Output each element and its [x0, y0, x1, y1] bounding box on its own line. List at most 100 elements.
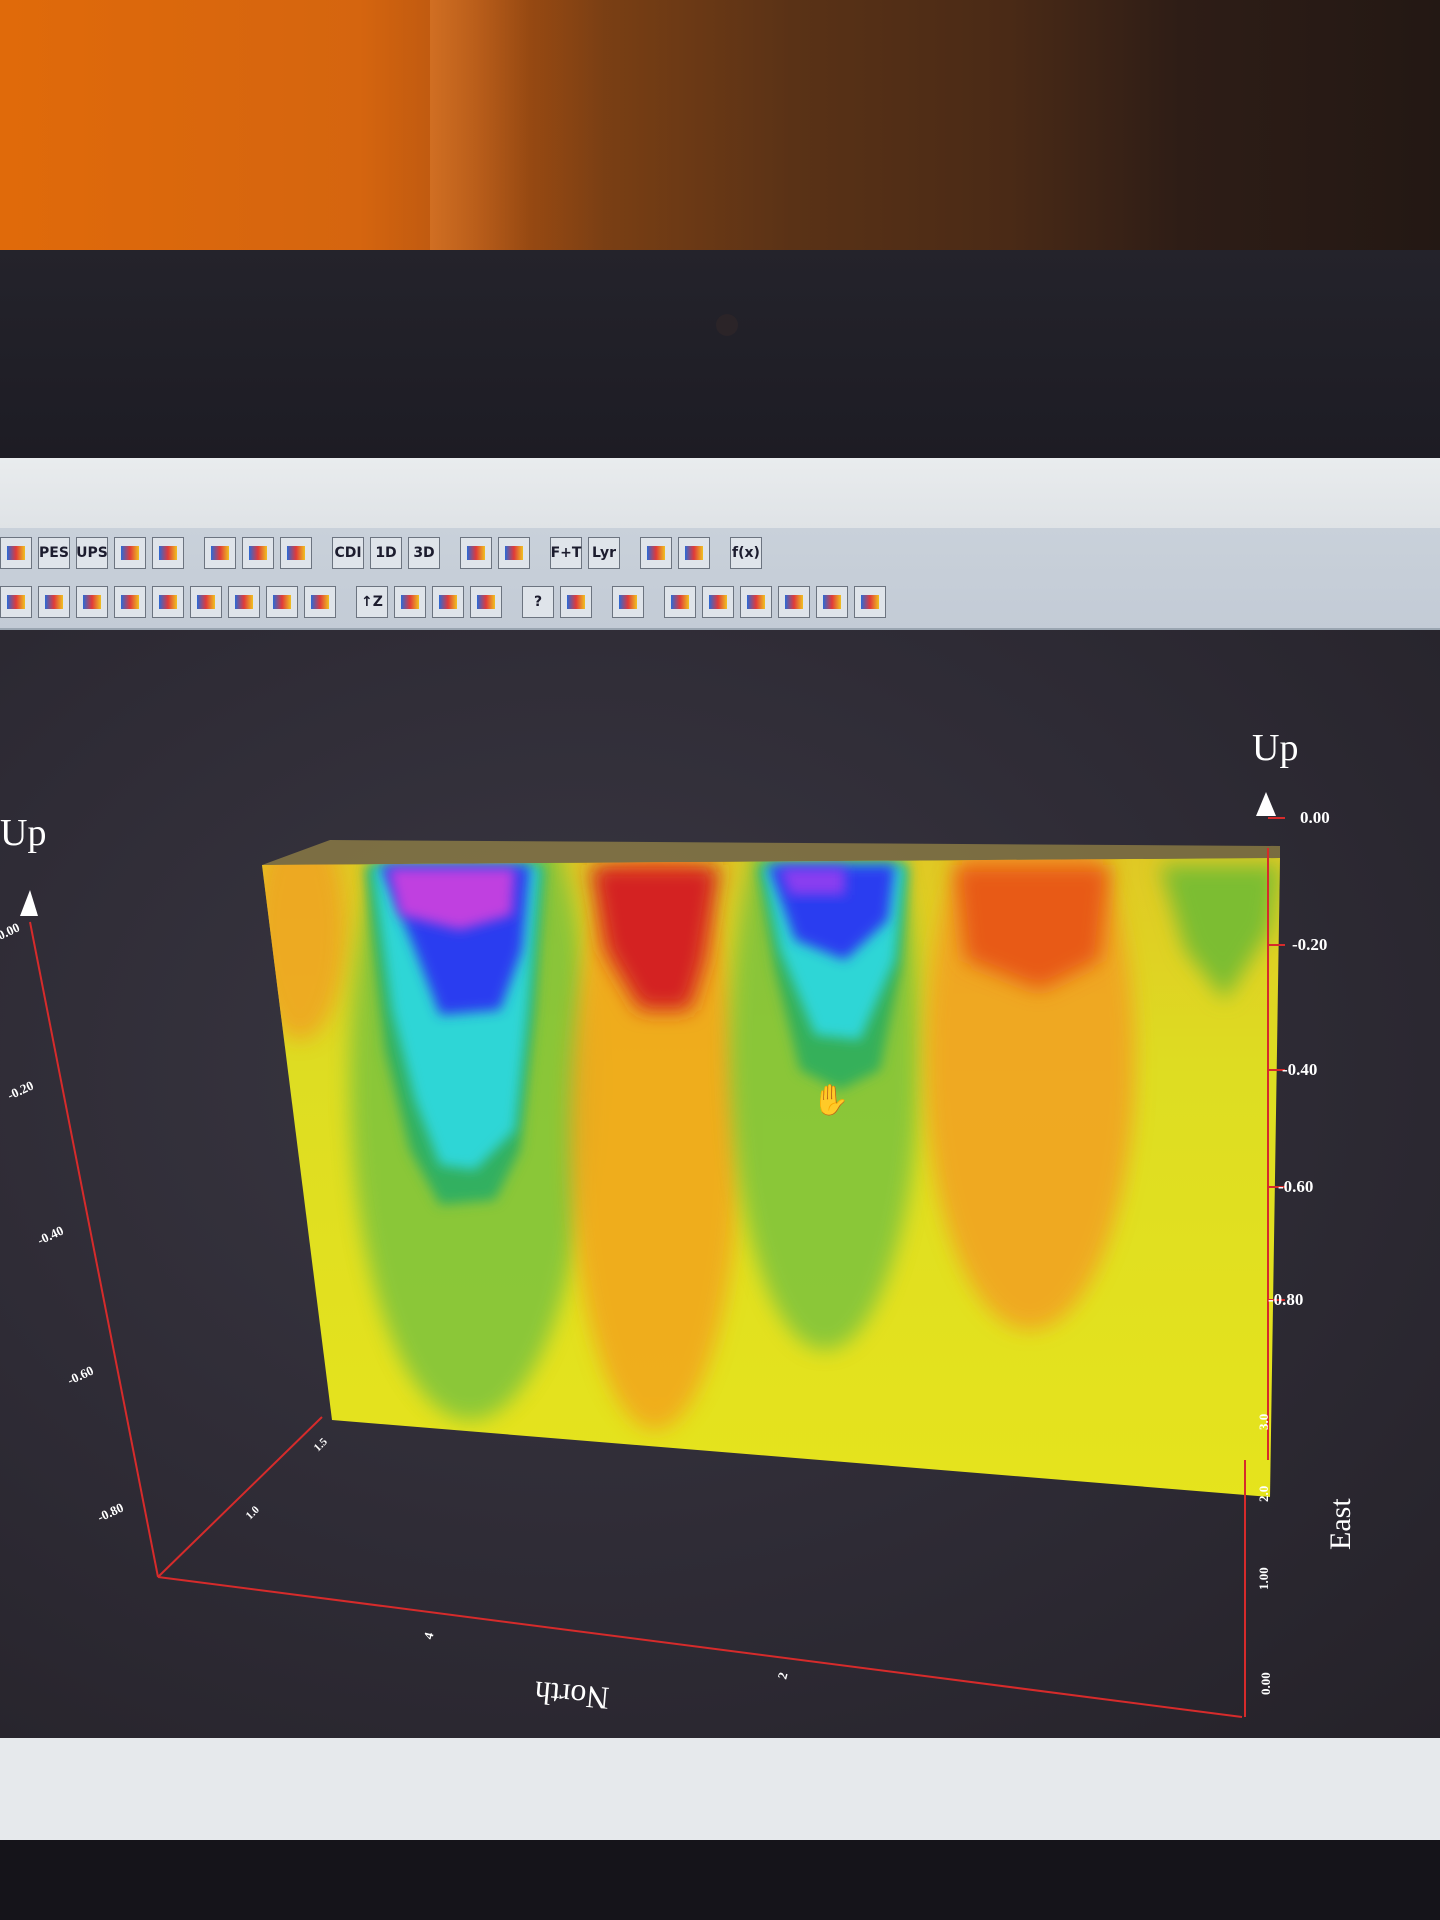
bug-icon-glyph: [121, 546, 139, 560]
east-tick-0: 0.00: [1258, 1672, 1273, 1695]
left-up-tick-0: 0.00: [0, 920, 22, 943]
wave-icon-glyph: [235, 595, 253, 609]
histogram-icon[interactable]: [190, 586, 222, 618]
status-area: [0, 1738, 1440, 1840]
gear-icon-glyph: [249, 546, 267, 560]
histogram-icon-glyph: [197, 595, 215, 609]
profile-icon-glyph: [159, 546, 177, 560]
north-ticks: 2 4 1.0 1.5: [244, 1436, 791, 1681]
hatch-icon[interactable]: [76, 586, 108, 618]
check-icon[interactable]: [498, 537, 530, 569]
toolbar-row-1: PES UPS CDI 1D 3D F+T Lyr f(x): [0, 533, 768, 573]
lyr-button[interactable]: Lyr: [588, 537, 620, 569]
toolbar-separator: [626, 536, 640, 570]
left-up-tick-1: -0.20: [5, 1078, 36, 1103]
up-tick-0: 0.00: [1300, 808, 1330, 827]
color-map-icon[interactable]: [114, 586, 146, 618]
toolbar-separator: [342, 585, 356, 619]
gear-icon[interactable]: [242, 537, 274, 569]
grid-icon-glyph: [211, 546, 229, 560]
grid-icon[interactable]: [204, 537, 236, 569]
fill-icon[interactable]: [432, 586, 464, 618]
bug-icon[interactable]: [114, 537, 146, 569]
surface-icon-glyph: [159, 595, 177, 609]
axes-3d-icon[interactable]: [304, 586, 336, 618]
function-button[interactable]: f(x): [730, 537, 762, 569]
table-icon-glyph: [7, 595, 25, 609]
toolbar-separator: [190, 536, 204, 570]
background-room: [0, 0, 1440, 250]
toolbar-separator: [598, 585, 612, 619]
pointer-icon-glyph: [671, 595, 689, 609]
layers-icon[interactable]: [0, 537, 32, 569]
pointer-icon[interactable]: [664, 586, 696, 618]
east-label: East: [1324, 1498, 1357, 1550]
up-tick-1: -0.20: [1292, 935, 1327, 954]
left-up-arrow-icon: [20, 890, 38, 916]
colorbar-icon-glyph: [273, 595, 291, 609]
bars-icon[interactable]: [470, 586, 502, 618]
hand-icon[interactable]: [702, 586, 734, 618]
axis-icon[interactable]: [280, 537, 312, 569]
bars-icon-glyph: [477, 595, 495, 609]
east-tick-3: 3.0: [1256, 1414, 1271, 1430]
monitor-icon[interactable]: [678, 537, 710, 569]
colorbar-icon[interactable]: [266, 586, 298, 618]
wave-icon[interactable]: [228, 586, 260, 618]
webcam-icon: [716, 314, 738, 336]
screenshot-icon[interactable]: [612, 586, 644, 618]
east-tick-2: 2.0: [1256, 1486, 1271, 1502]
crosshair-icon[interactable]: [854, 586, 886, 618]
hand-icon-glyph: [709, 595, 727, 609]
monitor-icon-glyph: [685, 546, 703, 560]
box-icon[interactable]: [640, 537, 672, 569]
title-bar: [0, 458, 1440, 529]
screenshot-icon-glyph: [619, 595, 637, 609]
table-icon[interactable]: [0, 586, 32, 618]
ft-button[interactable]: F+T: [550, 537, 582, 569]
hand-cursor-icon: ✋: [812, 1082, 849, 1118]
left-up-axis: [29, 921, 159, 1578]
view-1d-button[interactable]: 1D: [370, 537, 402, 569]
calculator-icon[interactable]: [560, 586, 592, 618]
ups-icon[interactable]: UPS: [76, 537, 108, 569]
home-reset-icon-glyph: [785, 595, 803, 609]
hatch-icon-glyph: [83, 595, 101, 609]
z-axis-button[interactable]: ↑Z: [356, 586, 388, 618]
contour-icon-glyph: [45, 595, 63, 609]
zoom-icon[interactable]: [816, 586, 848, 618]
left-up-tick-3: -0.60: [65, 1363, 96, 1388]
toolbar-separator: [650, 585, 664, 619]
box-icon-glyph: [647, 546, 665, 560]
surface-icon[interactable]: [152, 586, 184, 618]
mesh-icon[interactable]: [394, 586, 426, 618]
north-axis-depth: [157, 1416, 323, 1578]
camera-icon[interactable]: [460, 537, 492, 569]
camera-icon-glyph: [467, 546, 485, 560]
left-up-ticks: 0.00 -0.20 -0.40 -0.60 -0.80: [0, 920, 126, 1525]
fill-icon-glyph: [439, 595, 457, 609]
help-icon[interactable]: ?: [522, 586, 554, 618]
zoom-icon-glyph: [823, 595, 841, 609]
3d-section-plot[interactable]: ✋ Up Up North East 0.00 -0.20 -0.40 -0.6…: [0, 630, 1440, 1738]
color-map-icon-glyph: [121, 595, 139, 609]
north-tick-0: 2: [774, 1671, 790, 1681]
north-axis: [157, 1576, 1243, 1718]
profile-icon[interactable]: [152, 537, 184, 569]
toolbar-separator: [508, 585, 522, 619]
axis-icon-glyph: [287, 546, 305, 560]
view-3d-button[interactable]: 3D: [408, 537, 440, 569]
left-up-tick-4: -0.80: [95, 1500, 126, 1525]
left-up-tick-2: -0.40: [35, 1223, 66, 1248]
toolbar-separator: [446, 536, 460, 570]
monitor-bezel: [0, 250, 1440, 458]
calculator-icon-glyph: [567, 595, 585, 609]
mesh-icon-glyph: [401, 595, 419, 609]
home-reset-icon[interactable]: [778, 586, 810, 618]
contour-icon[interactable]: [38, 586, 70, 618]
cdi-button[interactable]: CDI: [332, 537, 364, 569]
north-tick-1: 4: [420, 1630, 436, 1641]
pes-icon[interactable]: PES: [38, 537, 70, 569]
home-icon[interactable]: [740, 586, 772, 618]
north-tick-3: 1.5: [312, 1436, 331, 1455]
